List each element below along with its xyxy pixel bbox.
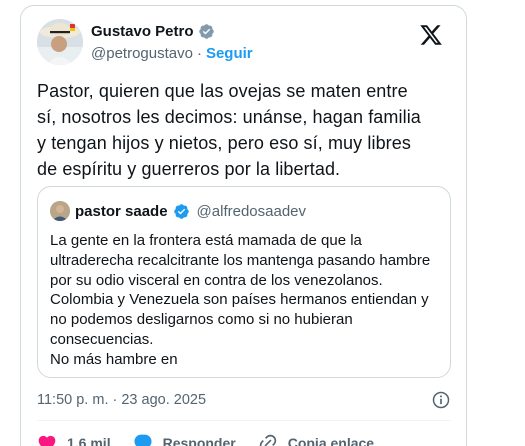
reply-label: Responder [162,435,236,446]
quoted-tweet-text: La gente en la frontera está mamada de q… [50,232,431,368]
verified-badge-icon [198,23,215,40]
quoted-tweet[interactable]: pastor saade @alfredosaadev La gente en … [37,186,451,378]
handle-separator: · [196,45,202,62]
tweet-meta: 11:50 p. m. · 23 ago. 2025 [37,389,451,413]
tweet-embed-card[interactable]: Gustavo Petro @petrogustavo · Seguir Pas… [20,5,467,446]
actions-divider [37,420,451,421]
quoted-author-handle[interactable]: @alfredosaadev [197,203,306,220]
info-icon[interactable] [431,390,451,410]
link-icon [259,434,276,446]
tweet-timestamp[interactable]: 11:50 p. m. · 23 ago. 2025 [37,392,206,408]
quoted-author-avatar[interactable] [50,201,70,221]
copy-link-button[interactable]: Copia enlace [258,433,374,446]
follow-button[interactable]: Seguir [206,45,253,62]
quoted-verified-badge-icon [173,203,190,220]
author-display-name[interactable]: Gustavo Petro [91,23,194,40]
author-avatar[interactable] [37,19,83,65]
quoted-author-name[interactable]: pastor saade [75,203,168,220]
reply-button[interactable]: Responder [133,433,236,446]
tweet-header: Gustavo Petro @petrogustavo · Seguir [37,19,449,67]
author-handle[interactable]: @petrogustavo [91,45,193,62]
reply-bubble-icon [134,434,152,446]
tweet-text: Pastor, quieren que las ovejas se maten … [37,81,421,179]
like-button[interactable]: 1,6 mil [37,433,111,446]
like-count: 1,6 mil [67,435,111,446]
tweet-actions: 1,6 mil Responder Copia enlace [37,431,451,446]
x-logo-icon[interactable] [419,23,443,47]
heart-icon [38,435,56,446]
copy-link-label: Copia enlace [287,435,375,446]
